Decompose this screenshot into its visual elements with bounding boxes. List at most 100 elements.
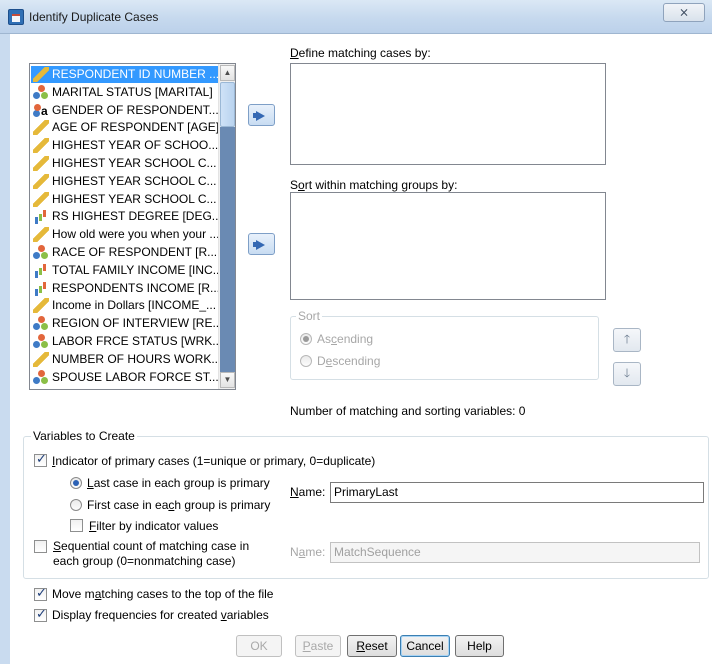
display-frequencies-label: Display frequencies for created variable… [52,608,269,622]
variable-list-item[interactable]: TOTAL FAMILY INCOME [INC... [31,262,219,279]
first-case-primary-radio[interactable] [70,499,82,511]
variable-list-item[interactable]: HIGHEST YEAR SCHOOL C... [31,191,219,208]
first-case-primary-label: First case in each group is primary [87,498,271,512]
variable-label: How old were you when your ... [52,227,219,242]
variable-list-item[interactable]: How old were you when your ... [31,226,219,243]
variable-label: RS HIGHEST DEGREE [DEG... [52,209,219,224]
move-matching-top-checkbox[interactable] [34,586,47,601]
sequential-count-label-line1: Sequential count of matching case in [53,539,250,553]
sorting-label: Sort within matching groups by: [290,178,458,192]
scale-ruler-icon [33,67,49,82]
variables-to-create-title: Variables to Create [31,429,137,443]
display-frequencies-checkbox[interactable] [34,607,47,622]
variable-list-item[interactable]: HIGHEST YEAR OF SCHOO... [31,137,219,154]
scrollbar-thumb[interactable] [220,82,235,127]
nominal-icon [33,316,49,331]
reset-button[interactable]: Reset [347,635,397,657]
scrollbar-track[interactable] [220,127,235,372]
move-to-matching-button[interactable] [248,104,275,126]
down-arrow-icon: 🡓 [623,366,631,380]
primary-name-label: Name: [290,485,326,499]
last-case-primary-label: Last case in each group is primary [87,476,270,490]
title-bar: Identify Duplicate Cases ⨯ [0,0,712,34]
scale-ruler-icon [33,120,49,136]
close-button[interactable]: ⨯ [663,3,705,22]
sort-group [290,316,599,380]
variable-list-item[interactable]: LABOR FRCE STATUS [WRK... [31,333,219,350]
scale-ruler-icon [33,156,49,171]
ordinal-icon [33,263,49,278]
variable-list-item[interactable]: GENDER OF RESPONDENT... [31,102,219,119]
scroll-up-arrow-icon[interactable]: ▲ [220,65,235,81]
filter-indicator-checkbox[interactable] [70,519,83,532]
variable-label: RESPONDENT ID NUMBER ... [52,67,219,81]
sorting-variables-box[interactable] [290,192,606,300]
nominal-icon [33,334,49,349]
variable-list-item[interactable]: RACE OF RESPONDENT [R... [31,244,219,261]
ordinal-icon [33,281,49,296]
primary-name-input[interactable]: PrimaryLast [330,482,704,503]
nominal-icon [33,245,49,260]
variable-label: GENDER OF RESPONDENT... [52,102,219,117]
variable-list-item[interactable]: NUMBER OF HOURS WORK... [31,351,219,368]
window-frame-left [0,34,10,664]
matching-variables-box[interactable] [290,63,606,165]
scale-ruler-icon [33,227,49,243]
variable-label: RACE OF RESPONDENT [R... [52,245,218,259]
window-title: Identify Duplicate Cases [29,10,159,24]
move-up-button[interactable]: 🡑 [613,328,641,352]
variable-list-item[interactable]: RESPONDENTS INCOME [R... [31,280,219,297]
ascending-label: Ascending [317,332,374,346]
variable-label: SPOUSE LABOR FORCE ST... [52,369,219,384]
sequence-name-input[interactable]: MatchSequence [330,542,700,563]
matching-label: Define matching cases by: [290,46,431,60]
variable-label: AGE OF RESPONDENT [AGE] [52,120,219,135]
ordinal-icon [33,209,49,225]
variable-list-item[interactable]: MARITAL STATUS [MARITAL] [31,84,219,101]
variable-label: HIGHEST YEAR SCHOOL C... [52,191,217,206]
last-case-primary-radio[interactable] [70,477,82,489]
variable-label: RESPONDENTS INCOME [R... [52,280,219,295]
variable-label: HIGHEST YEAR SCHOOL C... [52,173,217,188]
variable-list[interactable]: SPOUSE LABOR FORCE ST... NUMBER OF HOURS … [29,63,236,390]
scale-ruler-icon [33,298,49,314]
scale-ruler-icon [33,173,49,189]
variable-list-item[interactable]: RESPONDENT ID NUMBER ... [31,66,219,83]
variable-list-item[interactable]: HIGHEST YEAR SCHOOL C... [31,155,219,172]
variable-list-item[interactable]: RS HIGHEST DEGREE [DEG... [31,208,219,225]
scale-ruler-icon [33,191,49,207]
scale-ruler-icon [33,351,49,367]
variable-list-item[interactable]: AGE OF RESPONDENT [AGE] [31,119,219,136]
variable-label: HIGHEST YEAR SCHOOL C... [52,156,217,170]
nominal-icon [33,84,49,100]
move-to-sorting-button[interactable] [248,233,275,255]
variable-label: REGION OF INTERVIEW [RE... [52,316,219,331]
scroll-down-arrow-icon[interactable]: ▼ [220,372,235,388]
sort-group-title: Sort [296,309,323,323]
paste-button[interactable]: Paste [295,635,341,657]
help-button[interactable]: Help [455,635,504,657]
move-down-button[interactable]: 🡓 [613,362,641,386]
move-matching-top-label: Move matching cases to the top of the fi… [52,587,274,601]
variable-list-item[interactable]: HIGHEST YEAR SCHOOL C... [31,173,219,190]
ok-button[interactable]: OK [236,635,282,657]
sequential-count-checkbox[interactable] [34,540,47,553]
nominal-string-icon [33,103,49,118]
variable-list-item[interactable]: REGION OF INTERVIEW [RE... [31,315,219,332]
variable-list-scrollbar[interactable]: ▲ ▼ [218,64,235,389]
scale-ruler-icon [33,138,49,154]
cancel-button[interactable]: Cancel [400,635,450,657]
variable-count-text: Number of matching and sorting variables… [290,404,526,418]
descending-radio[interactable] [300,355,312,367]
up-arrow-icon: 🡑 [623,332,631,346]
variable-label: MARITAL STATUS [MARITAL] [52,84,213,99]
variable-list-item[interactable]: SPOUSE LABOR FORCE ST... [31,369,219,386]
variable-list-item[interactable]: Income in Dollars [INCOME_... [31,297,219,314]
ascending-radio[interactable] [300,333,312,345]
close-icon: ⨯ [678,5,690,19]
variable-label: Income in Dollars [INCOME_... [52,298,217,313]
indicator-primary-checkbox[interactable] [34,452,47,467]
sequence-name-label: Name: [290,545,326,559]
nominal-icon [33,369,49,385]
filter-indicator-label: Filter by indicator values [89,519,219,533]
